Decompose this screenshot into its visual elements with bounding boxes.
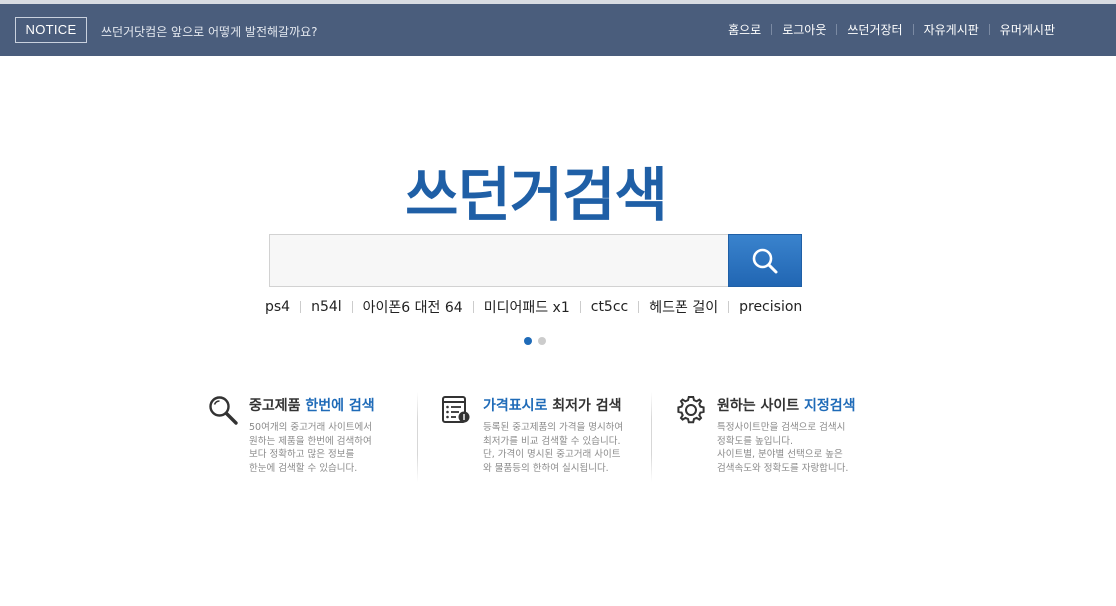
site-logo[interactable]: 쓰던거검색	[0, 148, 1072, 232]
carousel-dot-1[interactable]	[524, 337, 532, 345]
top-bar: NOTICE 쓰던거닷컴은 앞으로 어떻게 발전해갈까요? 홈으로 로그아웃 쓰…	[0, 4, 1116, 56]
carousel-dot-2[interactable]	[538, 337, 546, 345]
keyword-separator	[472, 301, 474, 313]
gear-icon	[677, 396, 705, 424]
keyword-link[interactable]: 아이폰6 대전 64	[363, 297, 463, 317]
keyword-link[interactable]: ct5cc	[591, 299, 629, 315]
feature-title: 원하는 사이트 지정검색	[717, 398, 856, 414]
nav-free-board[interactable]: 자유게시판	[924, 21, 979, 38]
feature-description: 특정사이트만을 검색으로 검색시 정확도를 높입니다. 사이트별, 분야별 선택…	[717, 422, 849, 474]
keyword-separator	[579, 301, 581, 313]
feature-title: 가격표시로 최저가 검색	[483, 398, 622, 414]
keyword-separator	[351, 301, 353, 313]
keyword-link[interactable]: precision	[739, 299, 802, 315]
carousel-pagination	[524, 337, 552, 345]
nav-separator	[988, 24, 990, 35]
feature-description: 50여개의 중고거래 사이트에서 원하는 제품을 한번에 검색하여 보다 정확하…	[249, 422, 373, 474]
keyword-link[interactable]: 헤드폰 걸이	[649, 297, 718, 317]
nav-logout[interactable]: 로그아웃	[782, 21, 826, 38]
top-nav: 홈으로 로그아웃 쓰던거장터 자유게시판 유머게시판	[728, 21, 1055, 38]
magnifier-icon	[209, 396, 238, 425]
nav-home[interactable]: 홈으로	[728, 21, 761, 38]
nav-separator	[836, 24, 838, 35]
nav-separator	[912, 24, 914, 35]
nav-market[interactable]: 쓰던거장터	[847, 21, 902, 38]
notice-button[interactable]: NOTICE	[15, 17, 87, 43]
feature-divider	[651, 392, 652, 482]
keyword-separator	[638, 301, 640, 313]
search-icon	[752, 248, 778, 273]
search-input[interactable]	[269, 234, 729, 287]
keyword-separator	[300, 301, 302, 313]
feature-title: 중고제품 한번에 검색	[249, 398, 375, 414]
nav-separator	[771, 24, 773, 35]
notice-text[interactable]: 쓰던거닷컴은 앞으로 어떻게 발전해갈까요?	[101, 23, 318, 40]
keyword-link[interactable]: 미디어패드 x1	[484, 297, 570, 317]
nav-humor-board[interactable]: 유머게시판	[1000, 21, 1055, 38]
search-button[interactable]	[728, 234, 802, 287]
feature-description: 등록된 중고제품의 가격을 명시하여 최저가를 비교 검색할 수 있습니다. 단…	[483, 422, 624, 474]
keyword-link[interactable]: n54l	[311, 299, 342, 315]
keyword-separator	[728, 301, 730, 313]
price-list-icon	[442, 396, 470, 423]
keyword-link[interactable]: ps4	[265, 299, 290, 315]
popular-keywords: ps4 n54l 아이폰6 대전 64 미디어패드 x1 ct5cc 헤드폰 걸…	[265, 297, 802, 317]
feature-divider	[417, 392, 418, 482]
